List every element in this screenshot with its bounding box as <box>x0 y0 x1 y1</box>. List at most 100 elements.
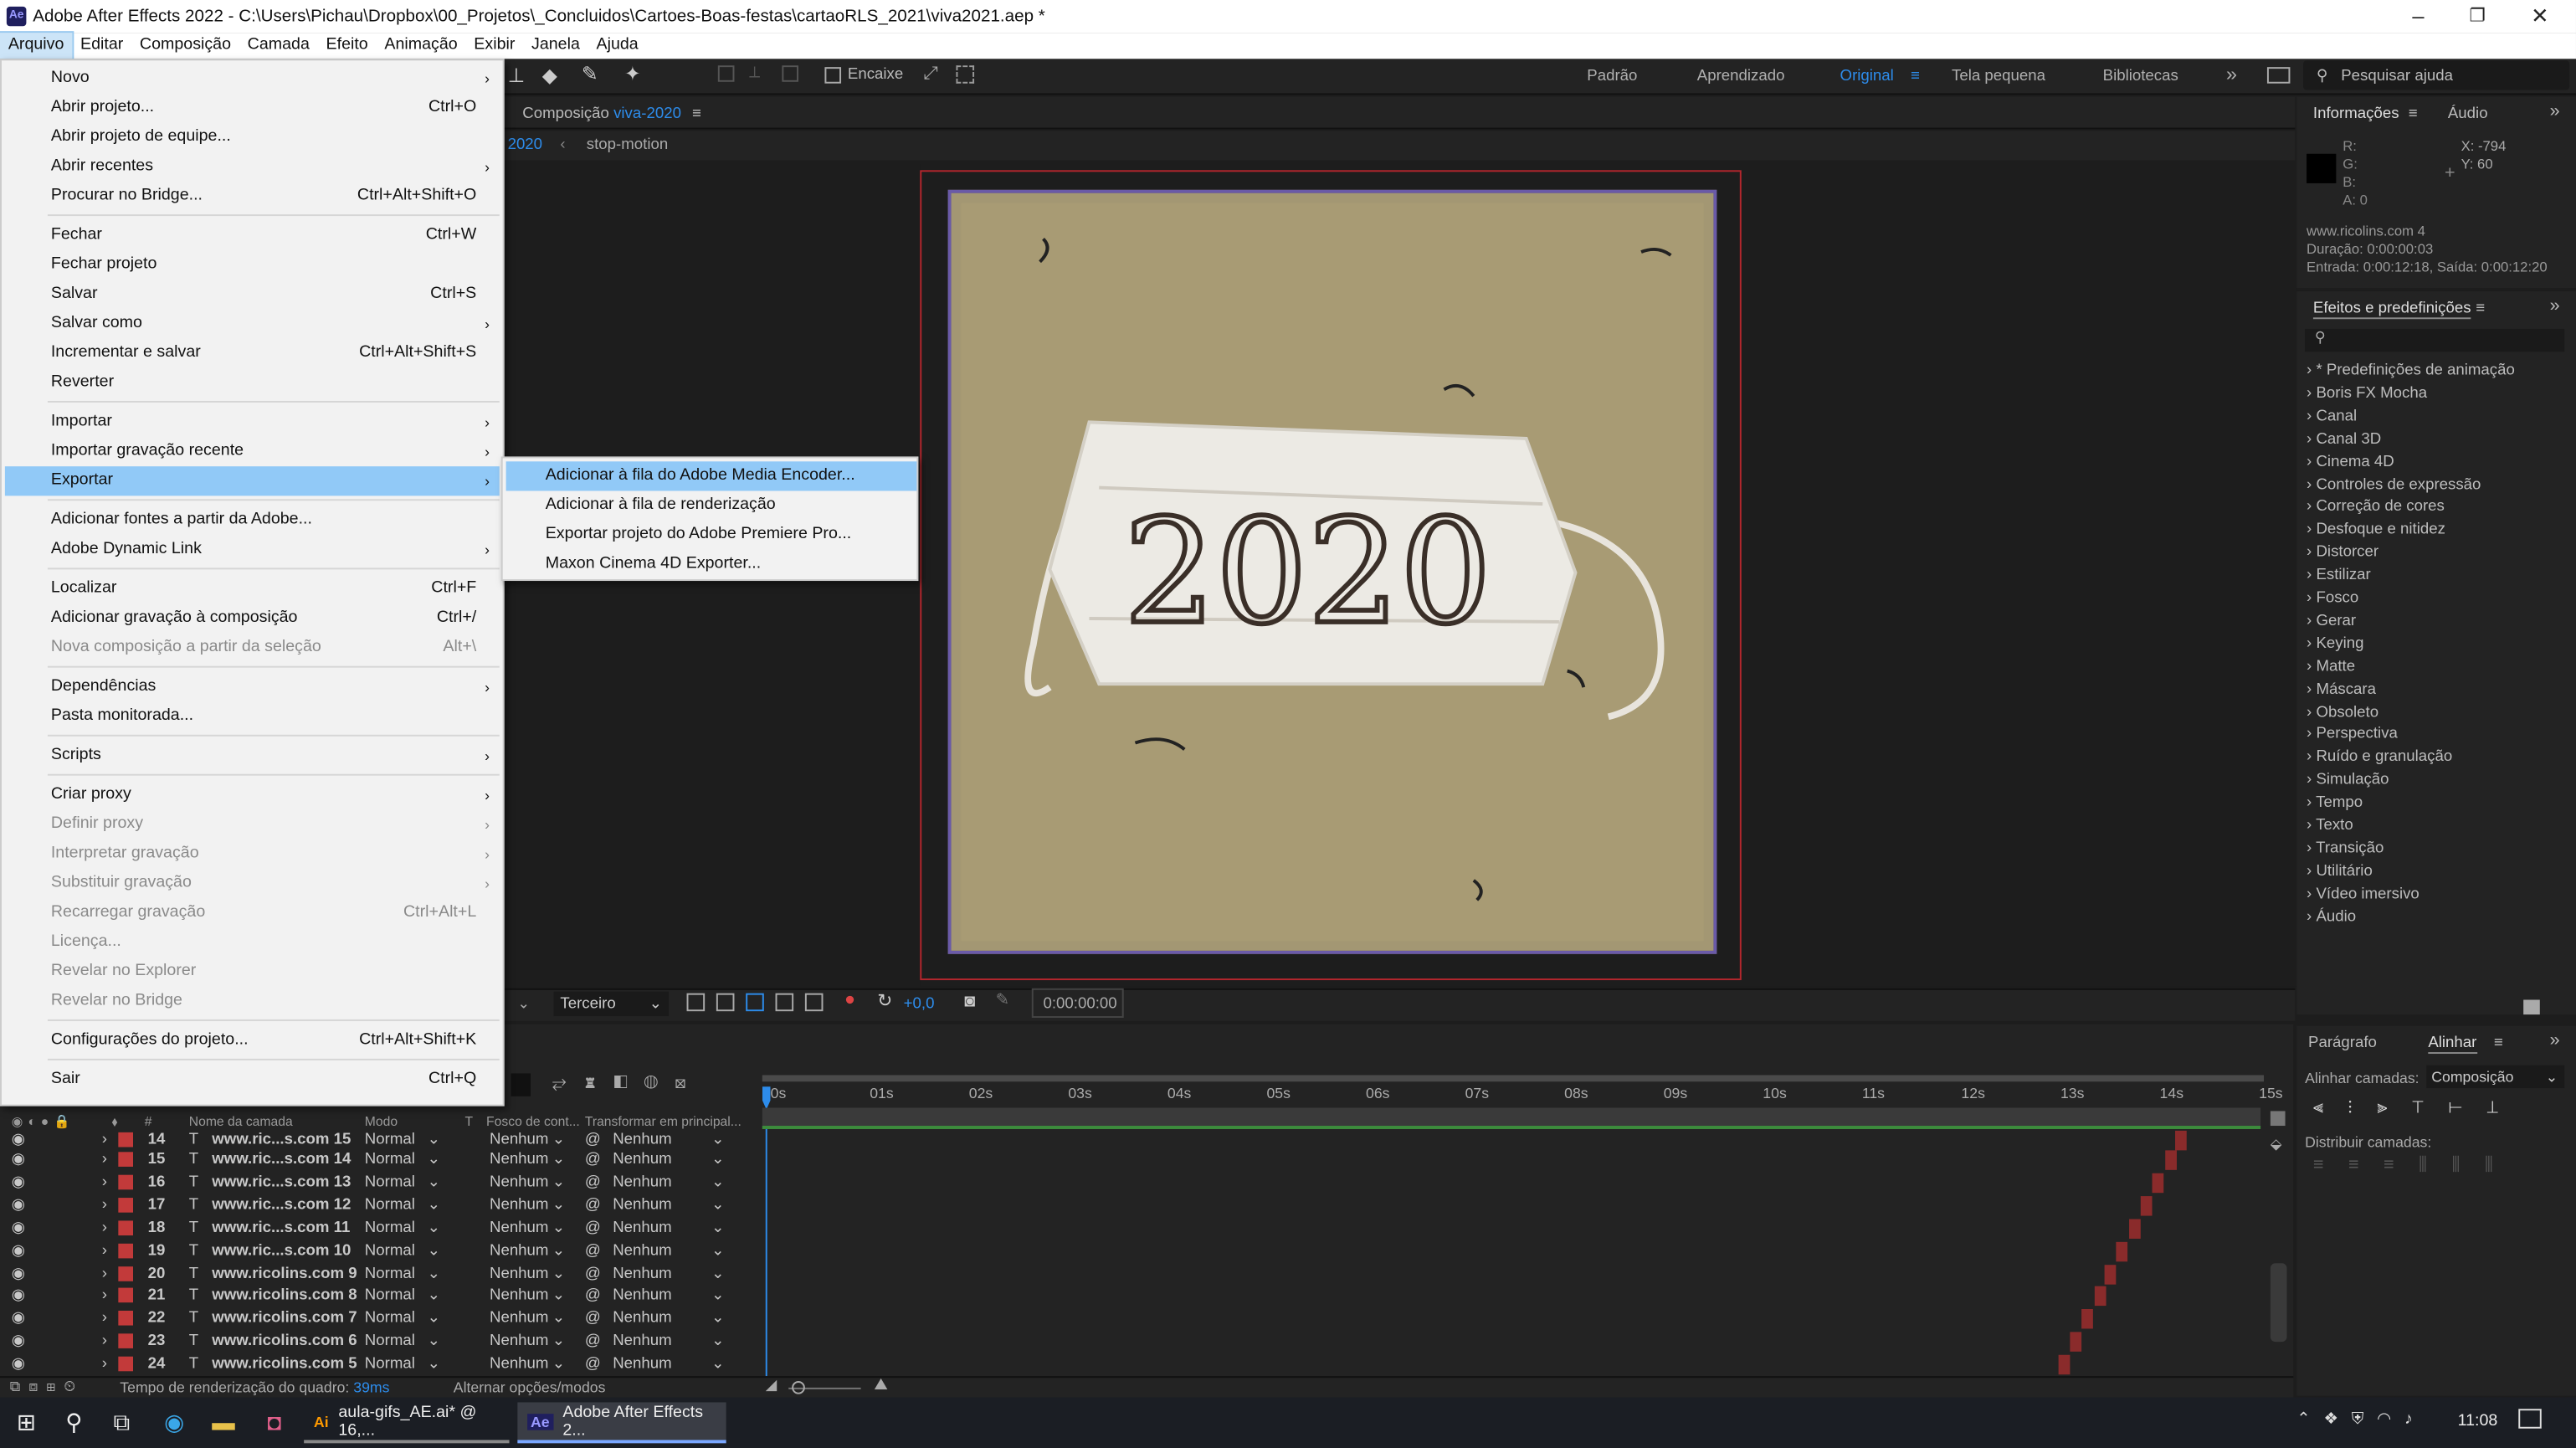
mode-select[interactable]: Normal ⌄ <box>365 1173 440 1192</box>
mask-path-icon[interactable] <box>746 993 764 1012</box>
layer-duration-bar[interactable] <box>2153 1173 2164 1193</box>
volume-icon[interactable]: ♪ <box>2404 1410 2426 1429</box>
notifications-icon[interactable] <box>2518 1409 2542 1429</box>
eye-icon[interactable]: ◉ <box>12 1241 25 1260</box>
eye-icon[interactable]: ◉ <box>12 1196 25 1214</box>
menu-editar[interactable]: Editar <box>72 33 131 59</box>
expand-chevron-icon[interactable]: › <box>2307 430 2316 449</box>
expand-chevron-icon[interactable]: › <box>102 1150 107 1168</box>
expand-chevron-icon[interactable]: › <box>102 1332 107 1351</box>
expand-chevron-icon[interactable]: › <box>2307 862 2316 881</box>
expand-chevron-icon[interactable]: › <box>102 1131 107 1149</box>
eye-icon[interactable]: ◉ <box>12 1173 25 1192</box>
parent-select[interactable]: Nenhum ⌄ <box>613 1131 724 1149</box>
export-item-adicionar-a-fila-do-adobe-media-encoder[interactable]: Adicionar à fila do Adobe Media Encoder.… <box>505 461 917 491</box>
av-switches-icon[interactable]: ◉◐●🔒 <box>12 1114 75 1129</box>
breadcrumb-current[interactable]: 2020 <box>508 136 542 154</box>
effects-category-canal-3d[interactable]: › Canal 3D <box>2307 430 2381 449</box>
menu-arquivo[interactable]: Arquivo <box>0 31 74 61</box>
menu-efeito[interactable]: Efeito <box>318 33 377 59</box>
track-matte-select[interactable]: Nenhum ⌄ <box>490 1286 565 1305</box>
composition-viewer[interactable]: 2020 <box>920 163 2297 987</box>
expand-chevron-icon[interactable]: › <box>2307 362 2316 380</box>
menu-ajuda[interactable]: Ajuda <box>588 33 647 59</box>
comp-marker-bin-icon[interactable]: ⬙ <box>2271 1136 2282 1154</box>
layer-row[interactable]: ◉ › 23 Twww.ricolins.com 6 Normal ⌄ Nenhum ⌄ N… <box>0 1331 756 1353</box>
expand-chevron-icon[interactable]: › <box>2307 407 2316 425</box>
align-top-icon[interactable]: ⊤ <box>2412 1098 2448 1117</box>
expand-chevron-icon[interactable]: › <box>102 1196 107 1214</box>
effects-search-input[interactable]: ⚲ <box>2305 328 2565 352</box>
restore-icon[interactable]: ❐ <box>2461 5 2494 26</box>
workspace-aprendizado[interactable]: Aprendizado <box>1697 67 1785 85</box>
file-explorer-icon[interactable]: ▬ <box>208 1407 238 1436</box>
effects-overflow-icon[interactable]: » <box>2550 296 2560 316</box>
expand-chevron-icon[interactable]: › <box>2307 771 2316 789</box>
workspace-padrao[interactable]: Padrão <box>1587 67 1637 85</box>
file-menu-item-fechar[interactable]: Fechar Ctrl+W <box>5 221 500 250</box>
composition-tab[interactable]: Composição viva-2020 ≡ <box>522 105 701 123</box>
workspace-overflow-icon[interactable]: » <box>2226 62 2237 85</box>
effects-category-tempo[interactable]: › Tempo <box>2307 793 2363 812</box>
export-item-exportar-projeto-do-adobe-premiere-pro[interactable]: Exportar projeto do Adobe Premiere Pro..… <box>506 521 917 550</box>
track-matte-select[interactable]: Nenhum ⌄ <box>490 1196 565 1214</box>
end-marker-icon[interactable] <box>2270 1111 2286 1127</box>
align-vcenter-icon[interactable]: ⊢ <box>2449 1098 2487 1117</box>
layer-label-color[interactable] <box>118 1197 134 1213</box>
effects-category-controles-de-expressao[interactable]: › Controles de expressão <box>2307 475 2481 494</box>
layer-name[interactable]: www.ric...s.com 11 <box>212 1219 350 1237</box>
expand-chevron-icon[interactable]: › <box>102 1173 107 1192</box>
pickwhip-icon[interactable]: @ <box>585 1173 601 1192</box>
expand-chevron-icon[interactable]: › <box>102 1264 107 1282</box>
file-menu-item-abrir-recentes[interactable]: Abrir recentes › <box>5 152 500 182</box>
panel-overflow-icon[interactable]: » <box>2550 101 2560 121</box>
track-matte-select[interactable]: Nenhum ⌄ <box>490 1264 565 1282</box>
layer-duration-bar[interactable] <box>2094 1286 2106 1307</box>
instagram-icon[interactable]: ◘ <box>259 1407 289 1436</box>
pickwhip-icon[interactable]: @ <box>585 1355 601 1374</box>
effects-category-correcao-de-cores[interactable]: › Correção de cores <box>2307 498 2445 516</box>
eye-icon[interactable]: ◉ <box>12 1264 25 1282</box>
file-menu-item-fechar-projeto[interactable]: Fechar projeto <box>5 250 500 280</box>
timeline-search-box[interactable] <box>511 1073 531 1096</box>
expand-chevron-icon[interactable]: › <box>2307 453 2316 471</box>
snap-features-icon[interactable] <box>956 65 975 84</box>
region-of-interest-icon[interactable] <box>686 993 706 1012</box>
search-icon[interactable]: ⚲ <box>59 1407 89 1436</box>
distribute-bottom-icon[interactable]: ≡ <box>2384 1155 2419 1174</box>
shy-layers-icon[interactable]: ◧ <box>613 1073 644 1092</box>
file-menu-item-adicionar-fontes-a-partir-da-adobe[interactable]: Adicionar fontes a partir da Adobe... <box>5 506 500 535</box>
new-bin-icon[interactable] <box>2523 999 2540 1015</box>
layer-label-color[interactable] <box>118 1311 134 1327</box>
layer-name[interactable]: www.ric...s.com 13 <box>212 1173 351 1192</box>
workspace-bibliotecas[interactable]: Bibliotecas <box>2103 67 2178 85</box>
track-matte-select[interactable]: Nenhum ⌄ <box>490 1310 565 1328</box>
toggle-switches-modes[interactable]: Alternar opções/modos <box>454 1379 606 1396</box>
eye-icon[interactable]: ◉ <box>12 1355 25 1374</box>
wifi-icon[interactable]: ◠ <box>2377 1410 2404 1429</box>
effects-category-obsoleto[interactable]: › Obsoleto <box>2307 703 2378 721</box>
parent-select[interactable]: Nenhum ⌄ <box>613 1332 724 1351</box>
pickwhip-icon[interactable]: @ <box>585 1332 601 1351</box>
puppet-pin-icon[interactable]: ✦ <box>624 62 641 85</box>
parent-select[interactable]: Nenhum ⌄ <box>613 1173 724 1192</box>
expand-chevron-icon[interactable]: › <box>2307 885 2316 903</box>
effects-category-cinema-4d[interactable]: › Cinema 4D <box>2307 453 2394 471</box>
effects-category-utilitario[interactable]: › Utilitário <box>2307 862 2373 881</box>
file-menu-item-incrementar-e-salvar[interactable]: Incrementar e salvar Ctrl+Alt+Shift+S <box>5 339 500 368</box>
effects-category-distorcer[interactable]: › Distorcer <box>2307 543 2378 562</box>
file-menu-item-scripts[interactable]: Scripts › <box>5 742 500 771</box>
expand-chevron-icon[interactable]: › <box>2307 748 2316 767</box>
layer-name[interactable]: www.ricolins.com 9 <box>212 1264 357 1282</box>
distribute-right-icon[interactable]: ⫼ <box>2485 1155 2517 1174</box>
render-time-icon[interactable]: ⏲ <box>64 1378 84 1394</box>
expand-chevron-icon[interactable]: › <box>2307 680 2316 698</box>
layer-name-header[interactable]: Nome da camada <box>189 1114 293 1129</box>
parent-select[interactable]: Nenhum ⌄ <box>613 1264 724 1282</box>
info-tab[interactable]: Informações <box>2313 105 2399 123</box>
track-matte-select[interactable]: Nenhum ⌄ <box>490 1219 565 1237</box>
eraser-icon[interactable]: ◆ <box>542 64 557 86</box>
dropbox-icon[interactable]: ❖ <box>2323 1410 2351 1429</box>
parent-select[interactable]: Nenhum ⌄ <box>613 1310 724 1328</box>
distribute-left-icon[interactable]: ⫼ <box>2419 1155 2451 1174</box>
